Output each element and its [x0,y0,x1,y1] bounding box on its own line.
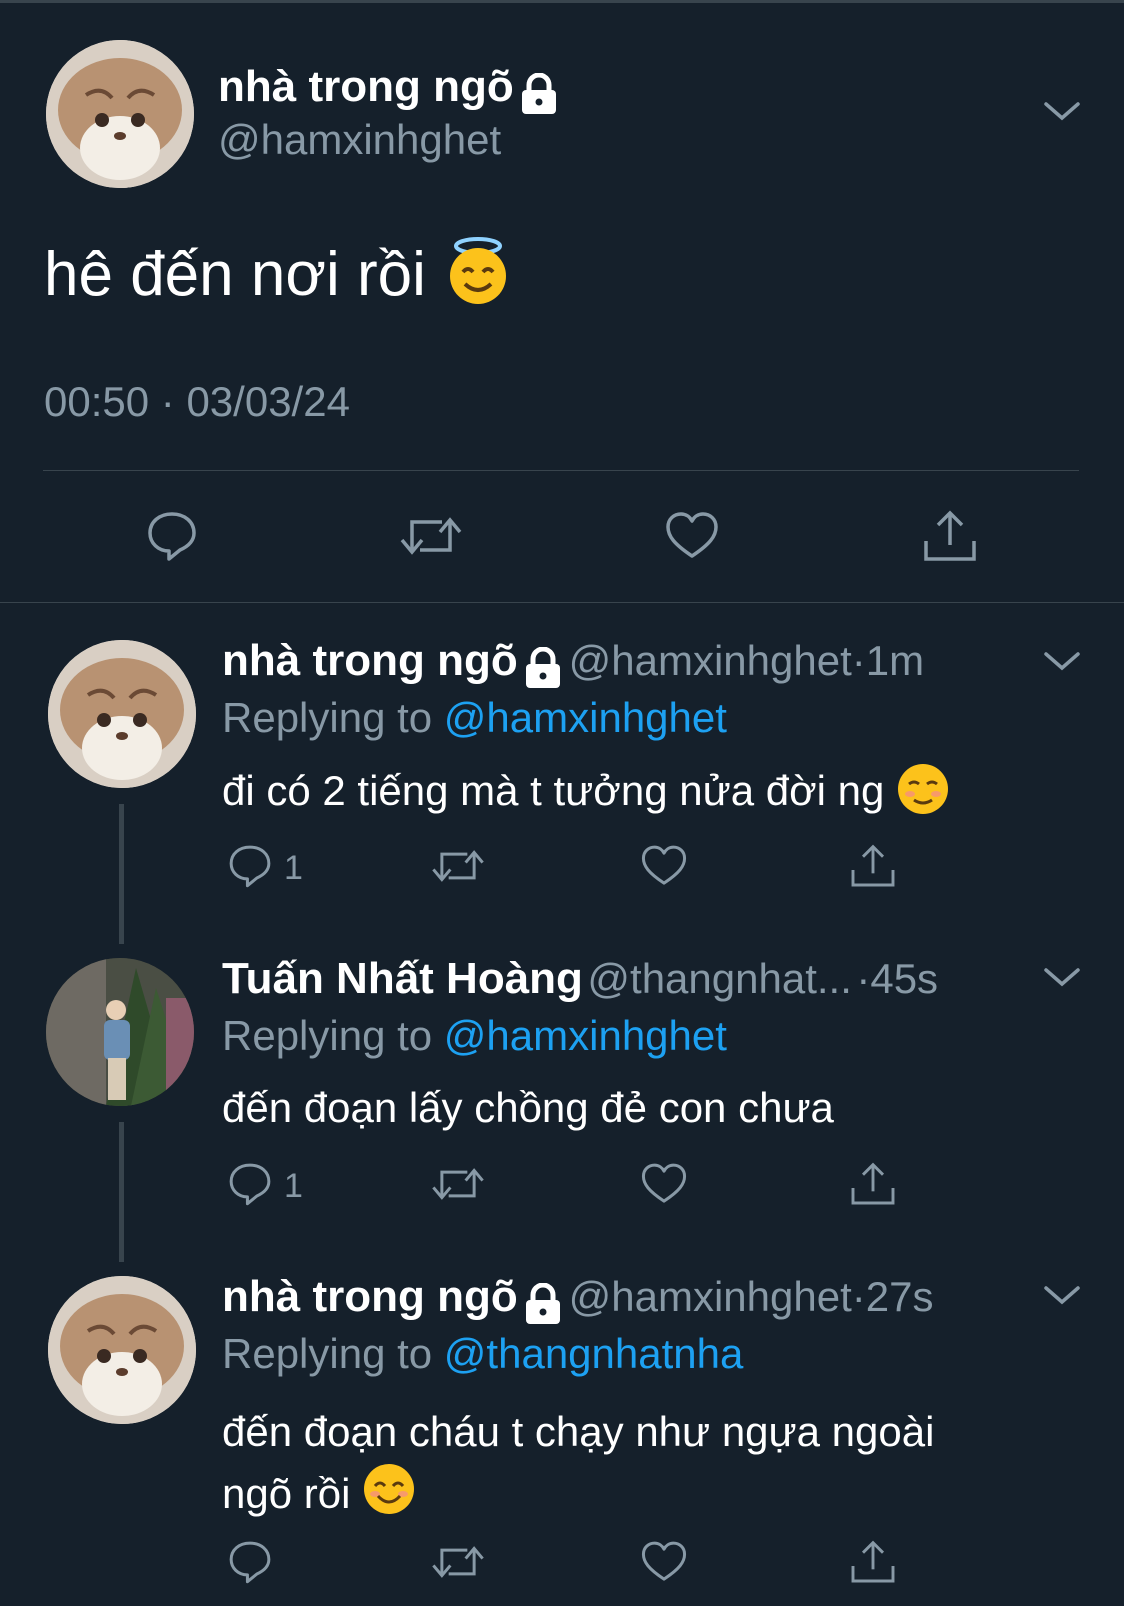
retweet-icon [430,1538,486,1591]
share-button[interactable] [848,1158,898,1213]
retweet-icon [430,842,486,895]
reply-button[interactable] [144,508,200,569]
reply-text-content: đi có 2 tiếng mà t tưởng nửa đời ng [222,767,885,815]
chevron-down-icon[interactable] [1042,1280,1082,1315]
replying-label: Replying to [222,694,433,741]
like-button[interactable] [640,1538,688,1591]
reply-text: đến đoạn cháu t chạy như ngựa ngoài ngõ … [222,1402,934,1532]
tweet-time: 00:50 [44,378,150,425]
share-icon [848,840,898,895]
replying-to: Replying to @hamxinhghet [222,694,727,742]
like-icon [640,1538,688,1591]
smiling-face-with-halo-icon [443,236,513,321]
replying-label: Replying to [222,1012,433,1059]
mention-link[interactable]: @hamxinhghet [444,694,727,741]
share-button[interactable] [848,840,898,895]
reply-button[interactable] [226,1538,274,1591]
reply-count: 1 [284,849,303,887]
reply-header: nhà trong ngõ @hamxinhghet·1m [222,636,924,694]
handle[interactable]: @thangnhat... [587,955,852,1002]
reply-count: 1 [284,1167,303,1205]
chevron-down-icon[interactable] [1042,646,1082,681]
share-icon [920,505,980,570]
mention-link[interactable]: @hamxinhghet [444,1012,727,1059]
reply-text-line: ngõ rồi [222,1462,934,1532]
like-button[interactable] [640,1160,688,1213]
reply-icon [226,842,274,895]
avatar[interactable] [46,958,194,1106]
reply-text: đến đoạn lấy chồng đẻ con chưa [222,1084,834,1131]
thread-line [119,1122,124,1262]
display-name[interactable]: Tuấn Nhất Hoàng [222,954,583,1003]
reply-button[interactable]: 1 [226,1160,303,1213]
reply-text-line: đến đoạn cháu t chạy như ngựa ngoài [222,1408,935,1455]
mention-link[interactable]: @thangnhatnha [444,1330,744,1377]
retweet-button[interactable] [398,508,464,569]
replying-to: Replying to @hamxinhghet [222,1012,727,1060]
retweet-icon [398,508,464,569]
lock-icon [522,1282,564,1330]
reply-text: đi có 2 tiếng mà t tưởng nửa đời ng [222,762,950,826]
timestamp[interactable]: 00:50 · 03/03/24 [44,378,350,426]
share-icon [848,1158,898,1213]
avatar[interactable] [48,1276,196,1424]
top-border [0,0,1124,3]
lock-icon [522,646,564,694]
tweet-text-content: hê đến nơi rồi [44,239,426,309]
tweet-age[interactable]: 27s [866,1273,934,1320]
tweet-text: hê đến nơi rồi [44,236,513,321]
share-button[interactable] [920,505,980,570]
retweet-button[interactable] [430,842,486,895]
like-button[interactable] [640,842,688,895]
smiling-face-icon [896,762,950,826]
replying-label: Replying to [222,1330,433,1377]
like-button[interactable] [664,508,720,569]
handle[interactable]: @hamxinhghet [569,1273,852,1320]
display-name-row: nhà trong ngõ [218,62,560,120]
handle[interactable]: @hamxinhghet [218,116,501,164]
like-icon [640,1160,688,1213]
like-icon [640,842,688,895]
display-name[interactable]: nhà trong ngõ [218,62,514,111]
like-icon [664,508,720,569]
separator: · [856,955,871,1002]
reply-icon [226,1538,274,1591]
display-name[interactable]: nhà trong ngõ [222,1272,518,1321]
chevron-down-icon[interactable] [1042,96,1082,131]
reply-icon [226,1160,274,1213]
reply-icon [144,508,200,569]
tweet-age[interactable]: 1m [866,637,924,684]
reply-text-content: ngõ rồi [222,1470,351,1518]
reply-header: nhà trong ngõ @hamxinhghet·27s [222,1272,933,1330]
thread-line [119,804,124,944]
tweet-date: 03/03/24 [186,378,350,425]
tweet-age[interactable]: 45s [870,955,938,1002]
share-icon [848,1536,898,1591]
lock-icon [518,72,560,120]
avatar[interactable] [48,640,196,788]
display-name[interactable]: nhà trong ngõ [222,636,518,685]
smiling-face-with-smiling-eyes-icon [362,1462,416,1532]
divider [43,470,1079,471]
separator: · [851,637,866,684]
retweet-button[interactable] [430,1538,486,1591]
handle[interactable]: @hamxinhghet [569,637,852,684]
reply-header: Tuấn Nhất Hoàng @thangnhat... ·45s [222,954,938,1004]
share-button[interactable] [848,1536,898,1591]
retweet-button[interactable] [430,1160,486,1213]
separator: · [851,1273,866,1320]
retweet-icon [430,1160,486,1213]
reply-button[interactable]: 1 [226,842,303,895]
replying-to: Replying to @thangnhatnha [222,1330,743,1378]
time-separator: · [160,378,175,425]
section-divider [0,602,1124,603]
avatar[interactable] [46,40,194,188]
chevron-down-icon[interactable] [1042,962,1082,997]
